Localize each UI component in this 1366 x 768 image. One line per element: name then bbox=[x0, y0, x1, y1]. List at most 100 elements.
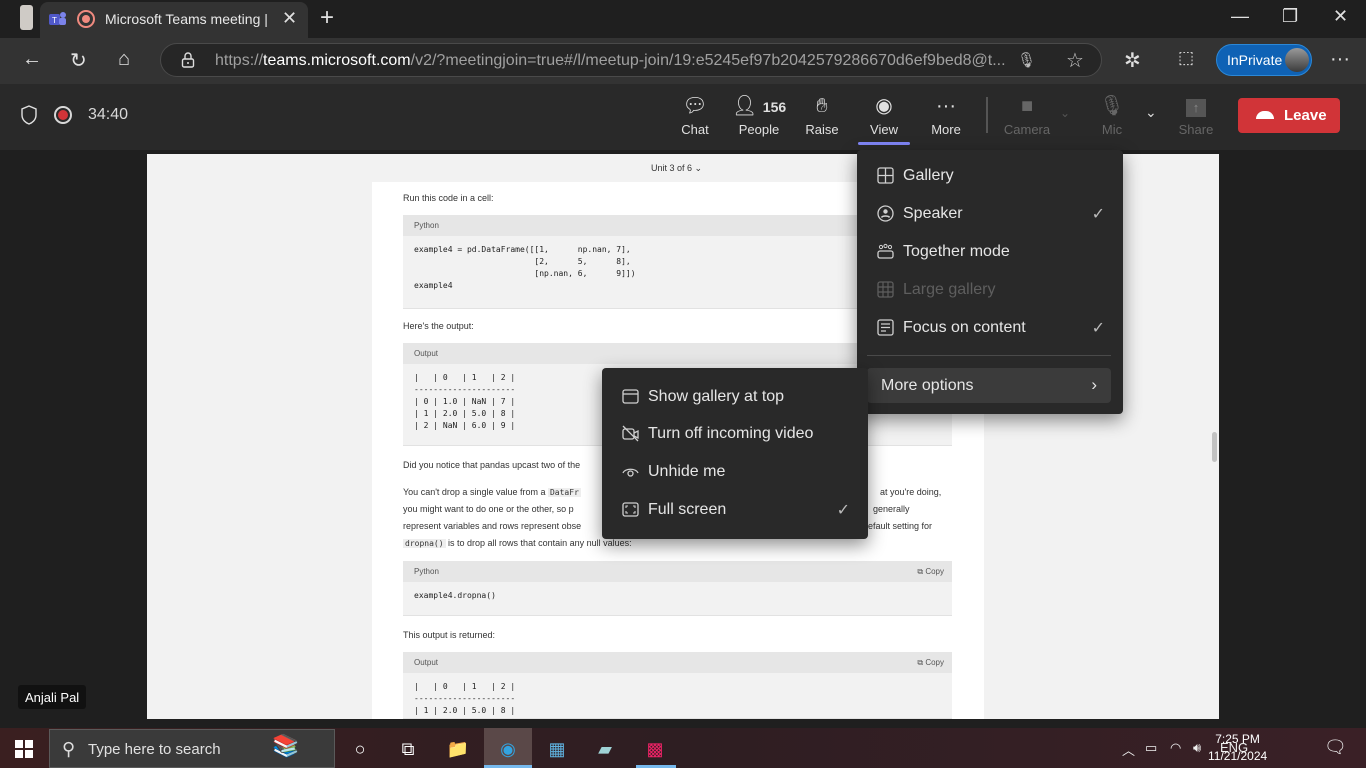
close-tab-icon[interactable]: ✕ bbox=[282, 8, 297, 29]
more-icon: ··· bbox=[936, 95, 956, 117]
view-active-indicator bbox=[858, 142, 910, 145]
recording-indicator-icon bbox=[77, 10, 95, 28]
wifi-icon[interactable]: ◠ bbox=[1170, 740, 1181, 756]
chat-button[interactable]: 💬︎ Chat bbox=[667, 92, 723, 142]
volume-icon[interactable]: 🔊︎ bbox=[1193, 740, 1201, 756]
chevron-right-icon: › bbox=[1091, 375, 1097, 394]
camera-options-chevron-icon[interactable]: ⌄ bbox=[1060, 106, 1070, 120]
mic-options-chevron-icon[interactable]: ⌄ bbox=[1145, 104, 1157, 121]
code-lang-label: Python bbox=[403, 561, 952, 582]
taskbar-search-box[interactable]: ⚲ Type here to search 📚 bbox=[49, 729, 335, 768]
large-gallery-icon bbox=[877, 281, 894, 298]
clock-date: 11/21/2024 bbox=[1208, 749, 1268, 763]
paragraph-2: You can't drop a single value from a Dat… bbox=[403, 487, 581, 497]
winrar-icon[interactable]: ▩ bbox=[635, 734, 675, 764]
gallery-icon bbox=[877, 167, 894, 184]
camera-button[interactable]: ■ Camera bbox=[999, 92, 1055, 142]
more-options-menu-item[interactable]: More options › bbox=[867, 368, 1111, 403]
toolbar-divider bbox=[986, 97, 988, 133]
paragraph-3: you might want to do one or the other, s… bbox=[403, 504, 574, 514]
camera-off-icon: ■ bbox=[1020, 95, 1034, 117]
battery-icon[interactable]: ▭ bbox=[1145, 740, 1157, 756]
inprivate-profile-button[interactable]: InPrivate bbox=[1216, 44, 1312, 76]
more-button[interactable]: ··· More bbox=[918, 92, 974, 142]
address-bar[interactable]: https://teams.microsoft.com/v2/?meetingj… bbox=[160, 43, 1102, 77]
people-count: 156 bbox=[762, 99, 787, 115]
calculator-icon[interactable]: ▦ bbox=[537, 734, 577, 764]
tab-title: Microsoft Teams meeting | Microsoft Team… bbox=[105, 11, 270, 27]
clock-time: 7:25 PM bbox=[1215, 732, 1260, 746]
raise-hand-button[interactable]: ✋︎ Raise bbox=[794, 92, 850, 142]
notifications-icon[interactable]: 🗨︎ bbox=[1324, 737, 1347, 758]
view-icon: ◉ bbox=[875, 95, 893, 117]
share-icon: ↑ bbox=[1168, 92, 1224, 120]
file-explorer-icon[interactable]: 📁 bbox=[438, 734, 478, 764]
speaker-icon bbox=[877, 205, 894, 222]
refresh-icon[interactable]: ↻ bbox=[70, 48, 87, 73]
people-button[interactable]: 👤︎ 156 People bbox=[728, 92, 790, 142]
windows-start-icon[interactable] bbox=[15, 740, 33, 758]
menu-item-turn-off-incoming-video[interactable]: Turn off incoming video bbox=[602, 417, 868, 451]
video-off-icon bbox=[622, 425, 639, 442]
lock-icon bbox=[181, 52, 195, 68]
settings-more-icon[interactable]: ··· bbox=[1330, 48, 1350, 71]
web-capture-icon[interactable]: ⬚ bbox=[1178, 48, 1194, 68]
code-text: example4.dropna() bbox=[414, 591, 496, 600]
restore-button[interactable]: ❐ bbox=[1282, 6, 1298, 27]
teams-icon: T bbox=[49, 12, 66, 25]
cortana-icon[interactable]: ○ bbox=[340, 734, 380, 764]
close-window-button[interactable]: ✕ bbox=[1333, 6, 1348, 27]
menu-item-gallery[interactable]: Gallery bbox=[857, 159, 1123, 193]
shield-icon bbox=[21, 105, 37, 125]
menu-item-show-gallery-at-top[interactable]: Show gallery at top bbox=[602, 380, 868, 414]
menu-item-focus-on-content[interactable]: Focus on content ✓ bbox=[857, 311, 1123, 345]
task-view-icon[interactable]: ⧉ bbox=[388, 734, 428, 764]
menu-item-together-mode[interactable]: Together mode bbox=[857, 235, 1123, 269]
people-icon: 👤︎ bbox=[731, 95, 758, 117]
show-hidden-icons-chevron[interactable]: ︿ bbox=[1122, 740, 1135, 759]
menu-item-speaker[interactable]: Speaker ✓ bbox=[857, 197, 1123, 231]
share-button[interactable]: ↑ Share bbox=[1168, 92, 1224, 142]
edge-icon[interactable]: ◉ bbox=[488, 734, 528, 764]
copy-button[interactable]: ⧉ Copy bbox=[917, 567, 944, 577]
mic-button[interactable]: 🎙︎ Mic bbox=[1084, 92, 1140, 142]
view-menu: Gallery Speaker ✓ Together mode Large ga… bbox=[857, 150, 1123, 414]
taskbar-clock[interactable]: 7:25 PM 11/21/2024 bbox=[1208, 731, 1267, 765]
menu-item-unhide-me[interactable]: Unhide me bbox=[602, 455, 868, 489]
voice-search-icon[interactable]: 🎙 bbox=[1017, 51, 1036, 69]
back-icon[interactable]: ← bbox=[22, 48, 42, 71]
chat-icon: 💬︎ bbox=[682, 95, 708, 117]
mic-off-icon: 🎙︎ bbox=[1099, 95, 1125, 117]
participant-name-label: Anjali Pal bbox=[18, 685, 87, 709]
profile-avatar bbox=[1285, 48, 1309, 72]
extensions-icon[interactable]: ✲ bbox=[1124, 48, 1141, 73]
view-button[interactable]: ◉ View bbox=[856, 92, 912, 142]
checkmark-icon: ✓ bbox=[1091, 206, 1105, 223]
hang-up-icon bbox=[1256, 111, 1274, 119]
paragraph-3-end: generally bbox=[873, 504, 910, 514]
favorite-star-icon[interactable]: ☆ bbox=[1066, 48, 1084, 73]
url-text[interactable]: https://teams.microsoft.com/v2/?meetingj… bbox=[215, 52, 1006, 70]
paragraph-5: dropna() is to drop all rows that contai… bbox=[403, 538, 632, 548]
leave-button[interactable]: Leave bbox=[1238, 98, 1340, 133]
shared-scrollbar-thumb[interactable] bbox=[1212, 432, 1217, 462]
copy-button[interactable]: ⧉ Copy bbox=[917, 658, 944, 668]
menu-item-large-gallery[interactable]: Large gallery bbox=[857, 273, 1123, 307]
code-block-2: Python ⧉ Copy example4.dropna() bbox=[403, 561, 952, 616]
home-icon[interactable]: ⌂ bbox=[118, 48, 130, 71]
new-tab-button[interactable]: + bbox=[320, 4, 334, 32]
notepad-icon[interactable]: ▰ bbox=[585, 734, 625, 764]
raise-hand-icon: ✋︎ bbox=[816, 95, 828, 117]
browser-tab[interactable]: T Microsoft Teams meeting | Microsoft Te… bbox=[40, 2, 308, 38]
browser-sidebar-button[interactable] bbox=[20, 5, 33, 30]
gallery-top-icon bbox=[622, 389, 639, 404]
unit-selector[interactable]: Unit 3 of 6 ⌄ bbox=[651, 163, 702, 174]
checkmark-icon: ✓ bbox=[836, 502, 850, 519]
minimize-button[interactable]: — bbox=[1231, 6, 1249, 27]
menu-item-full-screen[interactable]: Full screen ✓ bbox=[602, 493, 868, 527]
recording-icon bbox=[54, 106, 72, 124]
paragraph-4-end: efault setting for bbox=[868, 521, 933, 531]
output-text: | | 0 | 1 | 2 | --------------------- | … bbox=[414, 682, 516, 715]
search-icon: ⚲ bbox=[62, 739, 76, 759]
menu-divider bbox=[867, 355, 1111, 356]
